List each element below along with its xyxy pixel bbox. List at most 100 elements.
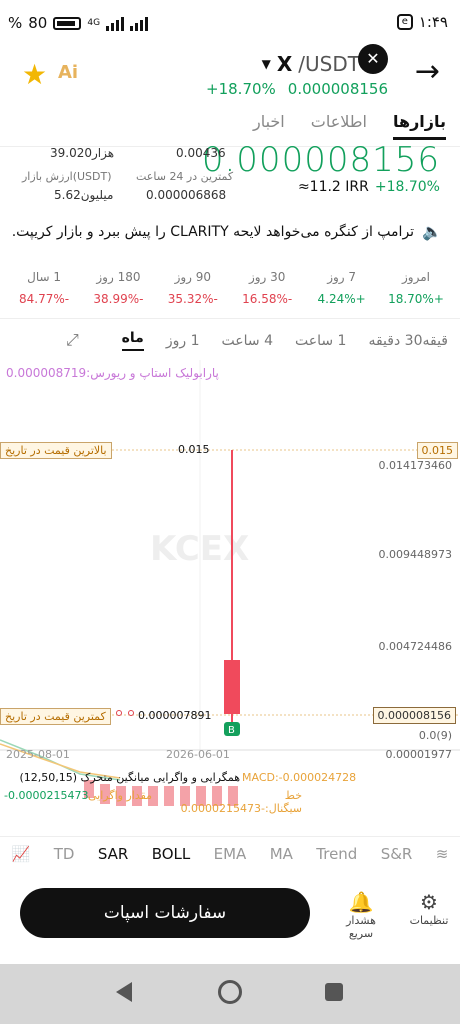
battery-level: 80	[28, 14, 48, 32]
sar-label: پارابولیک استاپ و ریورس:0.000008719	[6, 366, 219, 380]
y-label: 0.004724486	[378, 640, 452, 653]
alert-label: هشدار سریع	[346, 914, 376, 940]
perf-value: +4.24%	[317, 292, 366, 306]
perf-value: +18.70%	[388, 292, 444, 306]
interval-month[interactable]: ماه	[121, 330, 144, 351]
recents-icon[interactable]	[325, 983, 343, 1001]
irr-value: ≈11.2 IRR	[297, 179, 369, 195]
sar-dot	[128, 710, 134, 716]
status-right: e ۱:۴۹	[396, 13, 448, 31]
interval-30m[interactable]: قیقه30 دقیقه	[368, 333, 448, 349]
interval-4h[interactable]: 4 ساعت	[222, 333, 273, 349]
interval-1d[interactable]: 1 روز	[166, 333, 200, 349]
perf-label: 180 روز	[96, 270, 141, 284]
x-label: 2026-06-01	[166, 748, 230, 761]
news-ticker[interactable]: 🔈 ترامپ از کنگره می‌خواهد لایحه CLARITY …	[12, 222, 442, 241]
battery-icon	[53, 16, 82, 30]
back-icon[interactable]	[116, 982, 132, 1002]
favorite-star-icon[interactable]: ★	[22, 58, 47, 91]
interval-1h[interactable]: 1 ساعت	[295, 333, 346, 349]
header-subline: +18.70% 0.000008156	[206, 80, 388, 98]
chevron-down-icon: ▼	[261, 57, 271, 71]
perf-value: -16.58%	[242, 292, 293, 306]
perf-label: 30 روز	[248, 270, 286, 284]
header-price: 0.000008156	[287, 80, 388, 98]
pair-quote: /USDT	[298, 52, 360, 76]
perf-value: -84.77%	[18, 292, 70, 306]
home-icon[interactable]	[218, 980, 242, 1004]
mcap-value: 5.62میلیون	[54, 188, 114, 202]
status-left: % 80 4G	[8, 14, 149, 32]
perf-today: امروز +18.70%	[380, 270, 452, 306]
watermark: KCEX	[150, 529, 249, 569]
main-tabs: بازارها اطلاعات اخبار	[253, 112, 446, 140]
header-change: +18.70%	[206, 80, 276, 98]
low24-label: کمترین در 24 ساعت	[136, 170, 234, 183]
indicator-ema[interactable]: EMA	[214, 845, 247, 863]
atl-value: 0.000007891	[138, 709, 212, 722]
perf-label: 90 روز	[174, 270, 212, 284]
buy-marker-label: B	[228, 725, 235, 736]
bell-plus-icon: 🔔	[348, 890, 374, 914]
spot-order-button[interactable]: سفارشات اسپات	[20, 888, 310, 938]
indicator-trend[interactable]: Trend	[316, 845, 357, 863]
fullscreen-icon[interactable]: ⤢	[66, 330, 79, 350]
indicator-sar[interactable]: SAR	[98, 845, 128, 863]
irr-row: ≈11.2 IRR +18.70%	[298, 179, 440, 195]
volume-value: 0.00436	[176, 146, 226, 160]
irr-change: +18.70%	[374, 179, 440, 195]
clock: ۱:۴۹	[418, 13, 448, 31]
perf-value: -35.32%	[167, 292, 218, 306]
sar-dot	[116, 710, 122, 716]
quick-alert-button[interactable]: 🔔 هشدار سریع	[336, 890, 386, 940]
arrow-right-icon[interactable]: →	[415, 54, 440, 89]
perf-value: -38.99%	[93, 292, 144, 306]
big-price: 0.000008156	[201, 140, 440, 180]
interval-tabs: قیقه30 دقیقه 1 ساعت 4 ساعت 1 روز ماه	[121, 330, 448, 351]
current-price-tag: 0.000008156	[372, 707, 456, 724]
perf-label: 7 روز	[327, 270, 357, 284]
pair-selector[interactable]: ▼ X/USDT	[262, 52, 360, 76]
settings-label: تنظیمات	[409, 914, 449, 927]
candle-body	[224, 660, 240, 714]
ai-button[interactable]: Ai	[58, 62, 78, 83]
hist-label: مقدار واگرایی	[88, 789, 153, 802]
perf-30d: 30 روز -16.58%	[231, 270, 303, 306]
x-label: 2025-08-01	[6, 748, 70, 761]
macd-scale: 0.00001977	[385, 748, 452, 761]
macd-value: MACD:-0.000024728	[242, 771, 357, 784]
indicators-settings-icon[interactable]: ≋	[436, 845, 449, 863]
perf-90d: 90 روز -35.32%	[157, 270, 229, 306]
perf-180d: 180 روز -38.99%	[82, 270, 154, 306]
status-bar: % 80 4G e ۱:۴۹	[0, 0, 460, 46]
speaker-icon: 🔈	[422, 222, 442, 241]
signal-label: خط سیگنال:-0.0000215473	[180, 789, 302, 815]
gear-icon: ⚙	[420, 890, 438, 914]
settings-button[interactable]: ⚙ تنظیمات	[404, 890, 454, 927]
indicator-boll[interactable]: BOLL	[152, 845, 191, 863]
y-label: 0.014173460	[378, 459, 452, 472]
atl-tag: کمترین قیمت در تاریخ	[0, 708, 111, 725]
macd-title: همگرایی و واگرایی میانگین متحرک (12,50,1…	[19, 771, 240, 784]
ath-value: 0.015	[178, 443, 210, 456]
signal-icon	[106, 15, 125, 31]
indicator-sr[interactable]: S&R	[381, 845, 413, 863]
network-label: 4G	[87, 18, 101, 28]
y-label: 0.0(9)	[418, 729, 452, 742]
tab-news[interactable]: اخبار	[253, 112, 285, 140]
cap2-value: 39.020هزار	[50, 146, 115, 160]
perf-label: امروز	[402, 270, 430, 284]
tab-info[interactable]: اطلاعات	[311, 112, 367, 140]
perf-1y: 1 سال -84.77%	[8, 270, 80, 306]
y-label: 0.009448973	[378, 548, 452, 561]
chart-type-icon[interactable]: 📈	[12, 845, 31, 863]
perf-label: 1 سال	[27, 270, 61, 284]
signal-value: -0.0000215473	[4, 789, 89, 802]
perf-7d: 7 روز +4.24%	[306, 270, 378, 306]
performance-row: امروز +18.70% 7 روز +4.24% 30 روز -16.58% 9…	[8, 270, 452, 306]
mcap-label: ارزش بازار(USDT)	[22, 170, 112, 183]
app-icon: e	[396, 14, 413, 30]
indicator-ma[interactable]: MA	[270, 845, 293, 863]
indicator-td[interactable]: TD	[54, 845, 75, 863]
tab-markets[interactable]: بازارها	[392, 112, 446, 140]
